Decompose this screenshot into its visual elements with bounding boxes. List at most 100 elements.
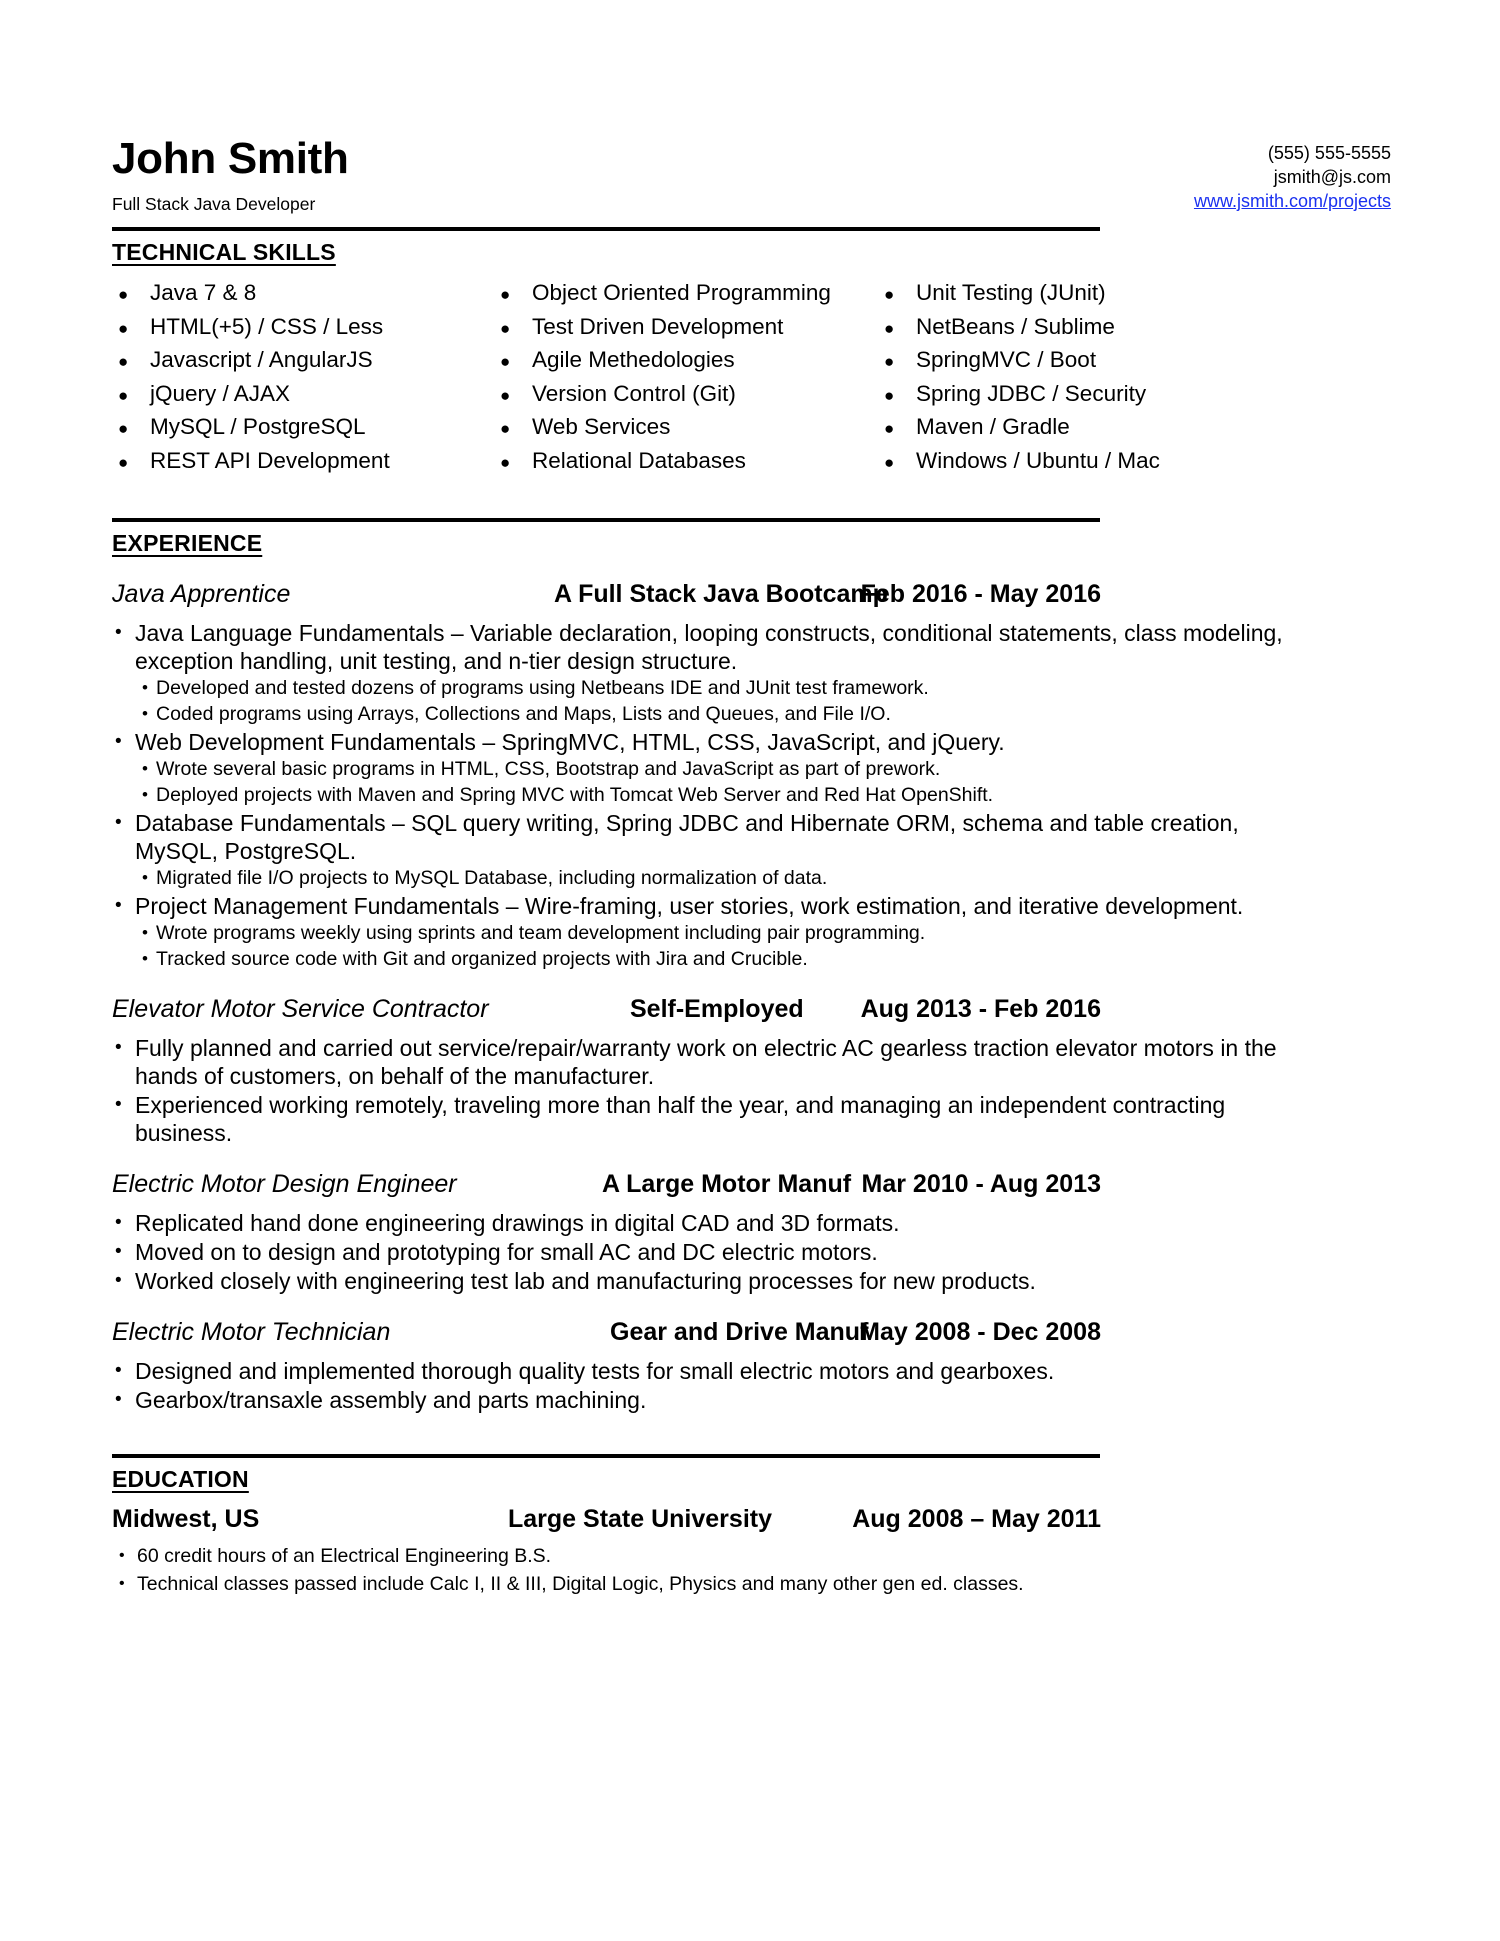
skill-label: NetBeans / Sublime xyxy=(916,313,1115,339)
sub-bullet-icon xyxy=(142,866,156,891)
job-dates: May 2008 - Dec 2008 xyxy=(859,1317,1101,1346)
experience-entry-header: Elevator Motor Service Contractor Self-E… xyxy=(112,994,1101,1025)
experience-entry: Electric Motor Design Engineer A Large M… xyxy=(112,1169,1392,1295)
skill-label: REST API Development xyxy=(150,447,390,473)
filled-circle-bullet-icon xyxy=(494,320,532,337)
list-item: Wrote several basic programs in HTML, CS… xyxy=(112,757,1392,782)
section-heading-education: EDUCATION xyxy=(112,1465,249,1492)
bullet-icon xyxy=(115,619,135,675)
bullet-icon xyxy=(115,1267,135,1295)
skill-label: SpringMVC / Boot xyxy=(916,347,1097,373)
filled-circle-bullet-icon xyxy=(112,286,150,303)
experience-entry-header: Electric Motor Design Engineer A Large M… xyxy=(112,1169,1101,1200)
bullet-text: Coded programs using Arrays, Collections… xyxy=(156,702,891,725)
list-item: Project Management Fundamentals – Wire-f… xyxy=(112,892,1392,920)
education-school: Large State University xyxy=(508,1505,772,1534)
list-item: Version Control (Git) xyxy=(494,380,878,407)
skills-column-1: Java 7 & 8 HTML(+5) / CSS / Less Javascr… xyxy=(112,279,494,480)
resume-header: John Smith Full Stack Java Developer (55… xyxy=(112,0,1392,215)
experience-entry: Electric Motor Technician Gear and Drive… xyxy=(112,1317,1392,1414)
contact-website-link[interactable]: www.jsmith.com/projects xyxy=(1194,189,1391,213)
bullet-icon xyxy=(119,1572,137,1597)
list-item: Deployed projects with Maven and Spring … xyxy=(112,783,1392,808)
skill-label: Windows / Ubuntu / Mac xyxy=(916,447,1160,473)
experience-bullet-list: Java Language Fundamentals – Variable de… xyxy=(112,619,1392,972)
bullet-icon xyxy=(115,728,135,756)
filled-circle-bullet-icon xyxy=(112,387,150,404)
list-item: Experienced working remotely, traveling … xyxy=(112,1091,1392,1147)
job-company: Self-Employed xyxy=(630,994,804,1023)
job-title: Electric Motor Technician xyxy=(112,1317,391,1346)
filled-circle-bullet-icon xyxy=(878,454,916,471)
bullet-icon xyxy=(119,1544,137,1569)
list-item: Fully planned and carried out service/re… xyxy=(112,1034,1392,1090)
bullet-text: Experienced working remotely, traveling … xyxy=(135,1091,1226,1146)
list-item: Database Fundamentals – SQL query writin… xyxy=(112,809,1392,865)
bullet-text: Developed and tested dozens of programs … xyxy=(156,676,929,699)
skill-label: Object Oriented Programming xyxy=(532,280,831,306)
skills-column-3: Unit Testing (JUnit) NetBeans / Sublime … xyxy=(878,279,1238,480)
list-item: Technical classes passed include Calc I,… xyxy=(112,1572,1392,1597)
contact-block: (555) 555-5555 jsmith@js.com www.jsmith.… xyxy=(1194,141,1392,215)
job-company: Gear and Drive Manuf xyxy=(610,1317,869,1346)
experience-entry: Elevator Motor Service Contractor Self-E… xyxy=(112,994,1392,1147)
education-dates: Aug 2008 – May 2011 xyxy=(852,1505,1101,1534)
skill-label: Version Control (Git) xyxy=(532,380,736,406)
list-item: Web Development Fundamentals – SpringMVC… xyxy=(112,728,1392,756)
bullet-text: Designed and implemented thorough qualit… xyxy=(135,1357,1055,1384)
list-item: Spring JDBC / Security xyxy=(878,380,1238,407)
job-dates: Feb 2016 - May 2016 xyxy=(860,579,1101,608)
sub-bullet-icon xyxy=(142,947,156,972)
list-item: Agile Methedologies xyxy=(494,346,878,373)
skill-label: Agile Methedologies xyxy=(532,347,735,373)
bullet-text: Moved on to design and prototyping for s… xyxy=(135,1238,878,1265)
filled-circle-bullet-icon xyxy=(494,454,532,471)
filled-circle-bullet-icon xyxy=(878,320,916,337)
list-item: Designed and implemented thorough qualit… xyxy=(112,1357,1392,1385)
job-title: Elevator Motor Service Contractor xyxy=(112,994,489,1023)
filled-circle-bullet-icon xyxy=(494,420,532,437)
list-item: Javascript / AngularJS xyxy=(112,346,494,373)
skill-label: Java 7 & 8 xyxy=(150,280,257,306)
list-item: Maven / Gradle xyxy=(878,413,1238,440)
skill-label: Relational Databases xyxy=(532,447,746,473)
bullet-icon xyxy=(115,1238,135,1266)
skill-label: jQuery / AJAX xyxy=(150,380,291,406)
filled-circle-bullet-icon xyxy=(494,286,532,303)
list-item: SpringMVC / Boot xyxy=(878,346,1238,373)
sub-bullet-icon xyxy=(142,921,156,946)
bullet-icon xyxy=(115,809,135,865)
list-item: Worked closely with engineering test lab… xyxy=(112,1267,1392,1295)
bullet-icon xyxy=(115,1209,135,1237)
contact-phone: (555) 555-5555 xyxy=(1267,142,1391,163)
job-company: A Full Stack Java Bootcamp xyxy=(554,579,888,608)
job-title: Java Apprentice xyxy=(112,579,291,608)
job-title: Electric Motor Design Engineer xyxy=(112,1169,457,1198)
filled-circle-bullet-icon xyxy=(878,353,916,370)
skill-label: Javascript / AngularJS xyxy=(150,347,373,373)
bullet-text: Wrote programs weekly using sprints and … xyxy=(156,921,926,944)
skill-label: Maven / Gradle xyxy=(916,414,1070,440)
filled-circle-bullet-icon xyxy=(112,353,150,370)
bullet-text: Technical classes passed include Calc I,… xyxy=(137,1572,1024,1595)
skill-label: Test Driven Development xyxy=(532,313,784,339)
bullet-text: Wrote several basic programs in HTML, CS… xyxy=(156,757,941,780)
divider-experience xyxy=(112,518,1100,523)
list-item: Tracked source code with Git and organiz… xyxy=(112,947,1392,972)
sub-bullet-icon xyxy=(142,757,156,782)
contact-email: jsmith@js.com xyxy=(1273,166,1391,187)
divider-header xyxy=(112,227,1100,231)
list-item: Wrote programs weekly using sprints and … xyxy=(112,921,1392,946)
job-dates: Mar 2010 - Aug 2013 xyxy=(861,1169,1101,1198)
skill-label: HTML(+5) / CSS / Less xyxy=(150,313,384,339)
filled-circle-bullet-icon xyxy=(112,420,150,437)
filled-circle-bullet-icon xyxy=(878,387,916,404)
job-dates: Aug 2013 - Feb 2016 xyxy=(860,994,1101,1023)
bullet-icon xyxy=(115,1034,135,1090)
filled-circle-bullet-icon xyxy=(494,353,532,370)
bullet-text: Project Management Fundamentals – Wire-f… xyxy=(135,892,1244,919)
skills-column-2: Object Oriented Programming Test Driven … xyxy=(494,279,878,480)
list-item: Java Language Fundamentals – Variable de… xyxy=(112,619,1392,675)
filled-circle-bullet-icon xyxy=(878,286,916,303)
bullet-text: Java Language Fundamentals – Variable de… xyxy=(135,619,1283,674)
